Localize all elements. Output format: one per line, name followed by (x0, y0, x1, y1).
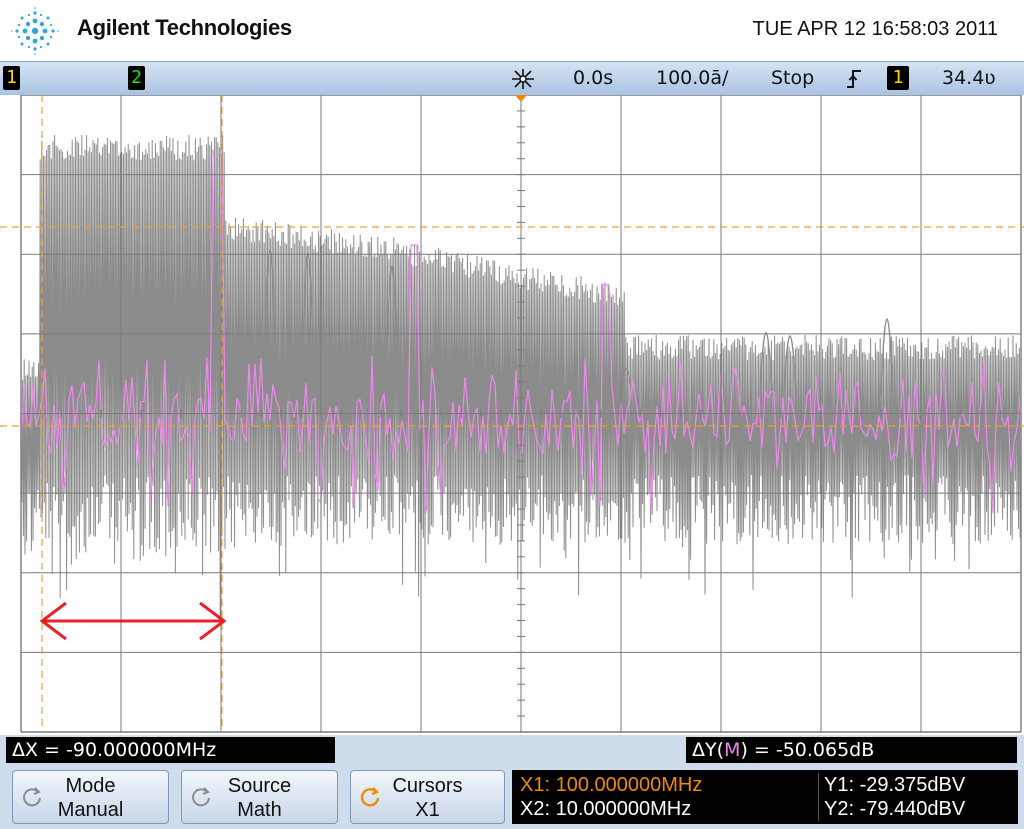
date-time: TUE APR 12 16:58:03 2011 (752, 18, 998, 40)
channel-2-indicator[interactable]: 2 (128, 66, 145, 90)
trigger-position-icon (512, 69, 534, 89)
waveform-display[interactable] (0, 95, 1024, 735)
rotate-knob-icon (23, 787, 41, 807)
y2-value: Y2: -79.440dBV (824, 798, 966, 820)
waveform-graticule (0, 95, 1024, 733)
cursor-values-panel: X1: 100.000000MHz X2: 10.000000MHz Y1: -… (512, 770, 1018, 824)
agilent-spark-logo-icon (11, 7, 59, 55)
instrument-header: Agilent Technologies TUE APR 12 16:58:03… (0, 0, 1024, 61)
timebase-readout: 100.0ā/ (656, 67, 729, 89)
rotate-knob-icon (192, 787, 210, 807)
y1-value: Y1: -29.375dBV (824, 774, 966, 796)
channel-1-indicator[interactable]: 1 (3, 66, 20, 90)
x2-value: X2: 10.000000MHz (520, 798, 692, 820)
delta-y-prefix: ΔY( (692, 739, 725, 761)
run-state-readout: Stop (771, 67, 815, 89)
panel-divider (818, 773, 819, 821)
cursor-readout-row: ΔX = -90.000000MHz ΔY(M) = -50.065dB (0, 735, 1024, 767)
delta-y-readout: ΔY(M) = -50.065dB (686, 737, 1017, 763)
brand-name: Agilent Technologies (77, 15, 292, 40)
source-softkey[interactable]: Source Math (181, 770, 338, 824)
trigger-position-marker (515, 95, 527, 102)
x1-value: X1: 100.000000MHz (520, 774, 703, 796)
delta-y-source: M (724, 739, 741, 761)
trigger-position-readout: 0.0s (573, 67, 614, 89)
trigger-source-indicator: 1 (887, 66, 909, 90)
cursors-softkey[interactable]: Cursors X1 (350, 770, 505, 824)
rising-edge-icon (847, 70, 861, 88)
delta-x-readout: ΔX = -90.000000MHz (6, 737, 335, 763)
softkey-row: Mode Manual Source Math Cursors X1 X1: 1… (0, 767, 1024, 829)
mode-softkey[interactable]: Mode Manual (12, 770, 169, 824)
status-bar: 1 2 0.0s 100.0ā/ Stop 1 34.4ʋ (0, 61, 1024, 96)
rotate-knob-icon (360, 787, 380, 807)
delta-y-suffix: ) = -50.065dB (740, 739, 875, 761)
trigger-level-readout: 34.4ʋ (942, 67, 996, 89)
